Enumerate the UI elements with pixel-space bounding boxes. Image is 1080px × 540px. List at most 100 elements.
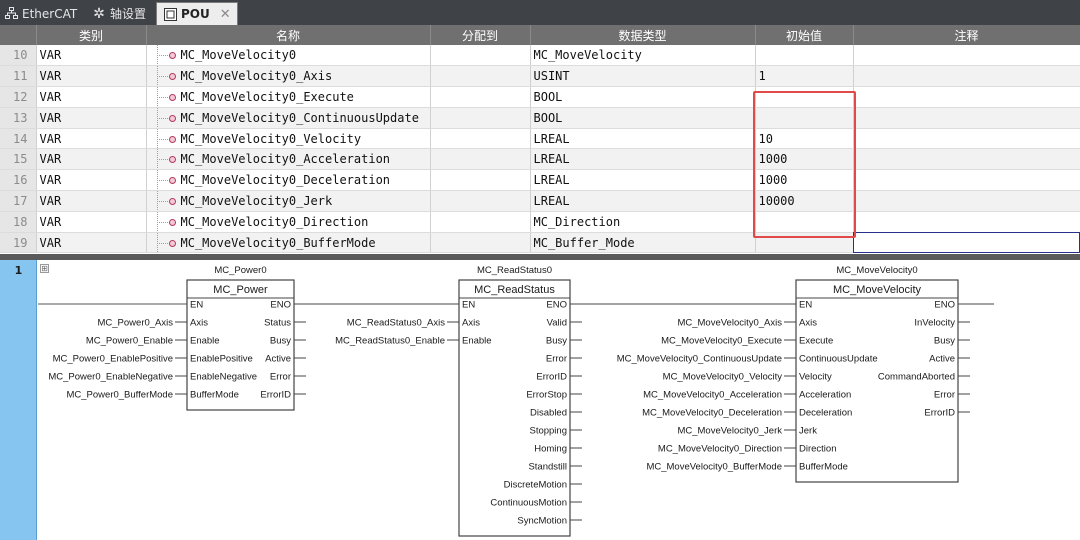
name-cell[interactable]: MC_MoveVelocity0_ContinuousUpdate bbox=[146, 107, 431, 129]
category-cell[interactable]: VAR bbox=[36, 45, 147, 67]
datatype-cell[interactable]: LREAL bbox=[530, 148, 756, 171]
input-pin-label: Axis bbox=[190, 318, 208, 329]
datatype-cell[interactable]: MC_MoveVelocity bbox=[530, 45, 756, 67]
network-icon bbox=[4, 7, 18, 21]
category-cell[interactable]: VAR bbox=[36, 232, 147, 254]
name-cell[interactable]: MC_MoveVelocity0_Jerk bbox=[146, 190, 431, 212]
category-cell[interactable]: VAR bbox=[36, 148, 147, 171]
variable-icon bbox=[168, 73, 176, 81]
datatype-cell[interactable]: LREAL bbox=[530, 128, 756, 150]
category-cell[interactable]: VAR bbox=[36, 190, 147, 212]
comment-cell[interactable] bbox=[853, 148, 1080, 171]
comment-cell[interactable] bbox=[853, 65, 1080, 88]
input-variable: MC_ReadStatus0_Axis bbox=[347, 318, 445, 329]
table-row[interactable]: 15 VAR MC_MoveVelocity0_Acceleration LREAL 1… bbox=[0, 148, 1080, 171]
input-pin-label: ContinuousUpdate bbox=[799, 354, 878, 365]
input-pin-label: Execute bbox=[799, 336, 833, 347]
row-number: 16 bbox=[0, 169, 37, 192]
assign-cell[interactable] bbox=[430, 190, 531, 212]
datatype-cell[interactable]: BOOL bbox=[530, 107, 756, 129]
input-variable: MC_MoveVelocity0_BufferMode bbox=[646, 462, 782, 473]
name-cell[interactable]: MC_MoveVelocity0_Execute bbox=[146, 86, 431, 108]
tab-label: 轴设置 bbox=[110, 7, 147, 21]
assign-cell[interactable] bbox=[430, 45, 531, 67]
close-icon[interactable]: ✕ bbox=[220, 7, 231, 22]
tab-ethercat[interactable]: EtherCAT bbox=[4, 2, 77, 25]
table-row[interactable]: 10 VAR MC_MoveVelocity0 MC_MoveVelocity bbox=[0, 45, 1080, 67]
datatype-cell[interactable]: BOOL bbox=[530, 86, 756, 108]
comment-cell[interactable] bbox=[853, 45, 1080, 67]
name-cell[interactable]: MC_MoveVelocity0_BufferMode bbox=[146, 232, 431, 254]
assign-cell[interactable] bbox=[430, 148, 531, 171]
column-header-name[interactable]: 名称 bbox=[146, 25, 431, 45]
tab-pou[interactable]: POU ✕ bbox=[156, 2, 238, 25]
variable-name: MC_MoveVelocity0_ContinuousUpdate bbox=[180, 110, 419, 125]
output-pin-label: CommandAborted bbox=[878, 372, 955, 383]
comment-cell[interactable] bbox=[853, 232, 1080, 254]
column-header-comment[interactable]: 注释 bbox=[853, 25, 1080, 45]
output-pin-label: ErrorID bbox=[924, 408, 955, 419]
name-cell[interactable]: MC_MoveVelocity0_Acceleration bbox=[146, 148, 431, 171]
row-number: 19 bbox=[0, 232, 37, 254]
assign-cell[interactable] bbox=[430, 128, 531, 150]
input-variable: MC_ReadStatus0_Enable bbox=[335, 336, 445, 347]
tab-axis-settings[interactable]: ✲ 轴设置 bbox=[92, 2, 146, 25]
variable-icon bbox=[168, 239, 176, 247]
name-cell[interactable]: MC_MoveVelocity0 bbox=[146, 45, 431, 67]
datatype-cell[interactable]: MC_Buffer_Mode bbox=[530, 232, 756, 254]
column-header-datatype[interactable]: 数据类型 bbox=[530, 25, 756, 45]
table-row[interactable]: 14 VAR MC_MoveVelocity0_Velocity LREAL 10 bbox=[0, 128, 1080, 150]
input-variable: MC_Power0_BufferMode bbox=[67, 390, 174, 401]
row-number: 18 bbox=[0, 211, 37, 233]
initial-value-cell[interactable]: 1 bbox=[755, 65, 854, 88]
name-cell[interactable]: MC_MoveVelocity0_Velocity bbox=[146, 128, 431, 150]
name-cell[interactable]: MC_MoveVelocity0_Axis bbox=[146, 65, 431, 88]
category-cell[interactable]: VAR bbox=[36, 211, 147, 233]
comment-cell[interactable] bbox=[853, 128, 1080, 150]
table-row[interactable]: 16 VAR MC_MoveVelocity0_Deceleration LREAL 1… bbox=[0, 169, 1080, 192]
output-pin-label: Busy bbox=[934, 336, 955, 347]
comment-cell[interactable] bbox=[853, 211, 1080, 233]
comment-cell[interactable] bbox=[853, 190, 1080, 212]
assign-cell[interactable] bbox=[430, 65, 531, 88]
assign-cell[interactable] bbox=[430, 169, 531, 192]
datatype-cell[interactable]: MC_Direction bbox=[530, 211, 756, 233]
comment-cell[interactable] bbox=[853, 169, 1080, 192]
category-cell[interactable]: VAR bbox=[36, 65, 147, 88]
input-variable: MC_MoveVelocity0_Axis bbox=[677, 318, 782, 329]
name-cell[interactable]: MC_MoveVelocity0_Direction bbox=[146, 211, 431, 233]
comment-cell[interactable] bbox=[853, 107, 1080, 129]
table-row[interactable]: 18 VAR MC_MoveVelocity0_Direction MC_Direct… bbox=[0, 211, 1080, 233]
comment-cell[interactable] bbox=[853, 86, 1080, 108]
column-header-assign[interactable]: 分配到 bbox=[430, 25, 531, 45]
datatype-cell[interactable]: LREAL bbox=[530, 190, 756, 212]
table-row[interactable]: 19 VAR MC_MoveVelocity0_BufferMode MC_Buffe… bbox=[0, 232, 1080, 254]
table-row[interactable]: 12 VAR MC_MoveVelocity0_Execute BOOL bbox=[0, 86, 1080, 108]
assign-cell[interactable] bbox=[430, 86, 531, 108]
table-row[interactable]: 13 VAR MC_MoveVelocity0_ContinuousUpdate BO… bbox=[0, 107, 1080, 129]
row-number: 13 bbox=[0, 107, 37, 129]
tab-label: EtherCAT bbox=[22, 6, 78, 21]
column-header-initial-value[interactable]: 初始值 bbox=[755, 25, 854, 45]
datatype-cell[interactable]: USINT bbox=[530, 65, 756, 88]
initial-value-cell[interactable] bbox=[755, 45, 854, 67]
input-pin-label: BufferMode bbox=[190, 390, 239, 401]
column-header-category[interactable]: 类别 bbox=[36, 25, 147, 45]
input-variable: MC_Power0_Enable bbox=[86, 336, 173, 347]
row-number: 17 bbox=[0, 190, 37, 212]
table-row[interactable]: 11 VAR MC_MoveVelocity0_Axis USINT 1 bbox=[0, 65, 1080, 88]
category-cell[interactable]: VAR bbox=[36, 86, 147, 108]
category-cell[interactable]: VAR bbox=[36, 107, 147, 129]
datatype-cell[interactable]: LREAL bbox=[530, 169, 756, 192]
output-pin-label: ErrorID bbox=[260, 390, 291, 401]
assign-cell[interactable] bbox=[430, 211, 531, 233]
variable-icon bbox=[168, 177, 176, 185]
category-cell[interactable]: VAR bbox=[36, 128, 147, 150]
category-cell[interactable]: VAR bbox=[36, 169, 147, 192]
assign-cell[interactable] bbox=[430, 107, 531, 129]
input-pin-label: Enable bbox=[190, 336, 220, 347]
name-cell[interactable]: MC_MoveVelocity0_Deceleration bbox=[146, 169, 431, 192]
assign-cell[interactable] bbox=[430, 232, 531, 254]
function-block-diagram: MC_Power0 MC_Power EN Axis MC_Power0_Axis Ena… bbox=[38, 265, 994, 537]
table-row[interactable]: 17 VAR MC_MoveVelocity0_Jerk LREAL 10000 bbox=[0, 190, 1080, 212]
